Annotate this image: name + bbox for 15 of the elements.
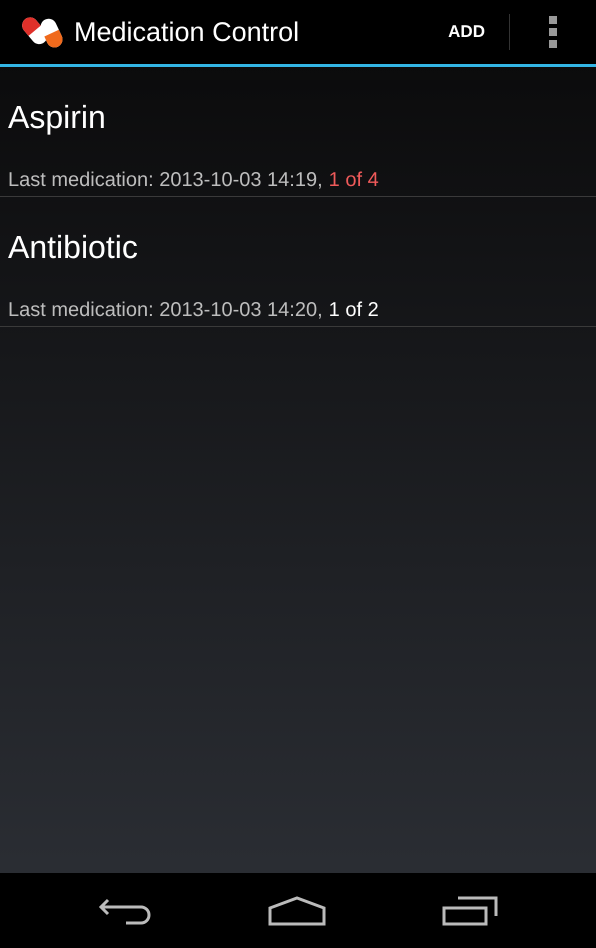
medication-name: Antibiotic (8, 229, 139, 266)
home-icon (268, 896, 326, 926)
recent-apps-icon (442, 896, 498, 926)
medication-name: Aspirin (8, 99, 107, 136)
back-icon (98, 896, 152, 924)
last-medication-text: Last medication: 2013-10-03 14:20, (8, 299, 323, 322)
dose-count: 1 of 2 (328, 299, 379, 322)
back-button[interactable] (98, 896, 152, 924)
menu-icon (549, 16, 557, 48)
home-button[interactable] (268, 896, 326, 926)
dose-count: 1 of 4 (328, 169, 379, 192)
app-title: Medication Control (74, 16, 300, 48)
recent-apps-button[interactable] (442, 896, 498, 926)
add-button[interactable]: ADD (424, 0, 509, 64)
last-medication-text: Last medication: 2013-10-03 14:19, (8, 169, 323, 192)
